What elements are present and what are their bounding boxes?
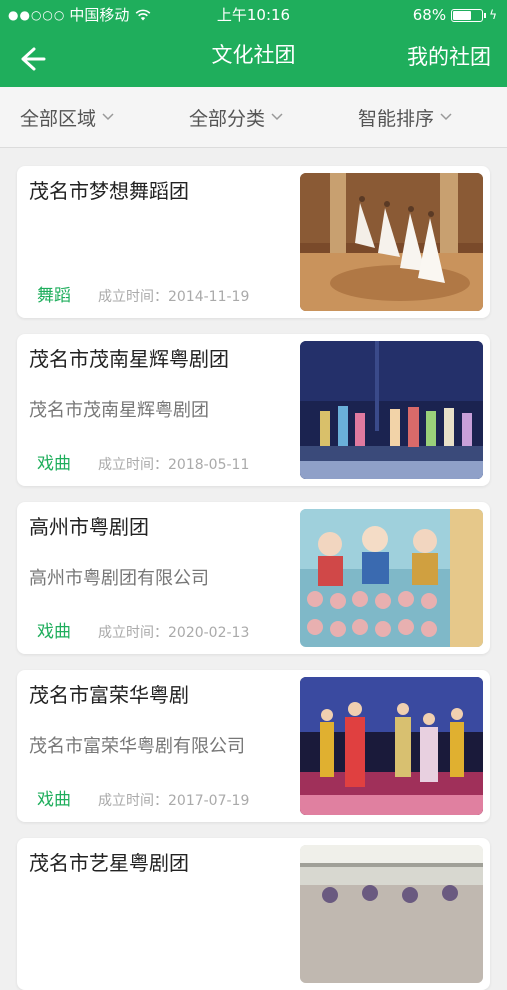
club-card[interactable]: 茂名市梦想舞蹈团 舞蹈 成立时间：2014-11-19 (17, 166, 490, 318)
opera-poster-photo (300, 509, 483, 647)
app-header: ●●○○○ 中国移动 上午10:16 68% ϟ 文化社团 我的社团 (0, 0, 507, 87)
filter-bar: 全部区域 全部分类 智能排序 (0, 87, 507, 148)
club-category: 戏曲 (37, 454, 71, 474)
filter-region[interactable]: 全部区域 (20, 87, 114, 147)
club-subtitle: 茂名市富荣华粤剧有限公司 (29, 736, 245, 757)
filter-region-label: 全部区域 (20, 107, 97, 130)
club-thumbnail (300, 677, 483, 815)
club-category: 舞蹈 (37, 286, 71, 306)
club-category: 戏曲 (37, 790, 71, 810)
club-founded-date: 成立时间：2018-05-11 (98, 457, 250, 473)
club-card[interactable]: 茂名市艺星粤剧团 (17, 838, 490, 990)
club-card[interactable]: 茂名市富荣华粤剧 茂名市富荣华粤剧有限公司 戏曲 成立时间：2017-07-19 (17, 670, 490, 822)
status-right: 68% ϟ (413, 0, 497, 30)
dance-photo (300, 173, 483, 311)
club-thumbnail (300, 509, 483, 647)
battery-icon (451, 8, 484, 22)
club-name: 茂名市梦想舞蹈团 (29, 179, 189, 203)
chevron-down-icon (440, 113, 452, 121)
battery-percent: 68% (412, 6, 447, 24)
club-subtitle: 高州市粤剧团有限公司 (29, 568, 209, 589)
club-thumbnail (300, 845, 483, 983)
club-founded-date: 成立时间：2020-02-13 (98, 625, 250, 641)
charging-icon: ϟ (489, 8, 497, 22)
battery-cap (484, 12, 487, 18)
filter-sort[interactable]: 智能排序 (358, 87, 452, 147)
club-category: 戏曲 (37, 622, 71, 642)
battery-level (453, 10, 472, 20)
filter-category-label: 全部分类 (189, 107, 266, 130)
chevron-down-icon (271, 113, 283, 121)
club-thumbnail (300, 341, 483, 479)
opera-stage-photo (300, 341, 483, 479)
club-name: 茂名市富荣华粤剧 (29, 683, 189, 707)
chevron-down-icon (102, 113, 114, 121)
filter-category[interactable]: 全部分类 (189, 87, 283, 147)
club-card[interactable]: 茂名市茂南星辉粤剧团 茂名市茂南星辉粤剧团 戏曲 成立时间：2018-05-11 (17, 334, 490, 486)
club-name: 茂名市艺星粤剧团 (29, 851, 189, 875)
club-subtitle: 茂名市茂南星辉粤剧团 (29, 400, 209, 421)
club-name: 茂名市茂南星辉粤剧团 (29, 347, 229, 371)
opera-performance-photo (300, 677, 483, 815)
club-card[interactable]: 高州市粤剧团 高州市粤剧团有限公司 戏曲 成立时间：2020-02-13 (17, 502, 490, 654)
club-founded-date: 成立时间：2017-07-19 (98, 793, 250, 809)
club-name: 高州市粤剧团 (29, 515, 149, 539)
my-clubs-button[interactable]: 我的社团 (407, 42, 491, 72)
filter-sort-label: 智能排序 (358, 107, 435, 130)
club-founded-date: 成立时间：2014-11-19 (98, 289, 250, 305)
opera-group-photo (300, 845, 483, 983)
status-bar: ●●○○○ 中国移动 上午10:16 68% ϟ (0, 0, 507, 30)
club-thumbnail (300, 173, 483, 311)
navigation-bar: 文化社团 我的社团 (0, 30, 507, 87)
